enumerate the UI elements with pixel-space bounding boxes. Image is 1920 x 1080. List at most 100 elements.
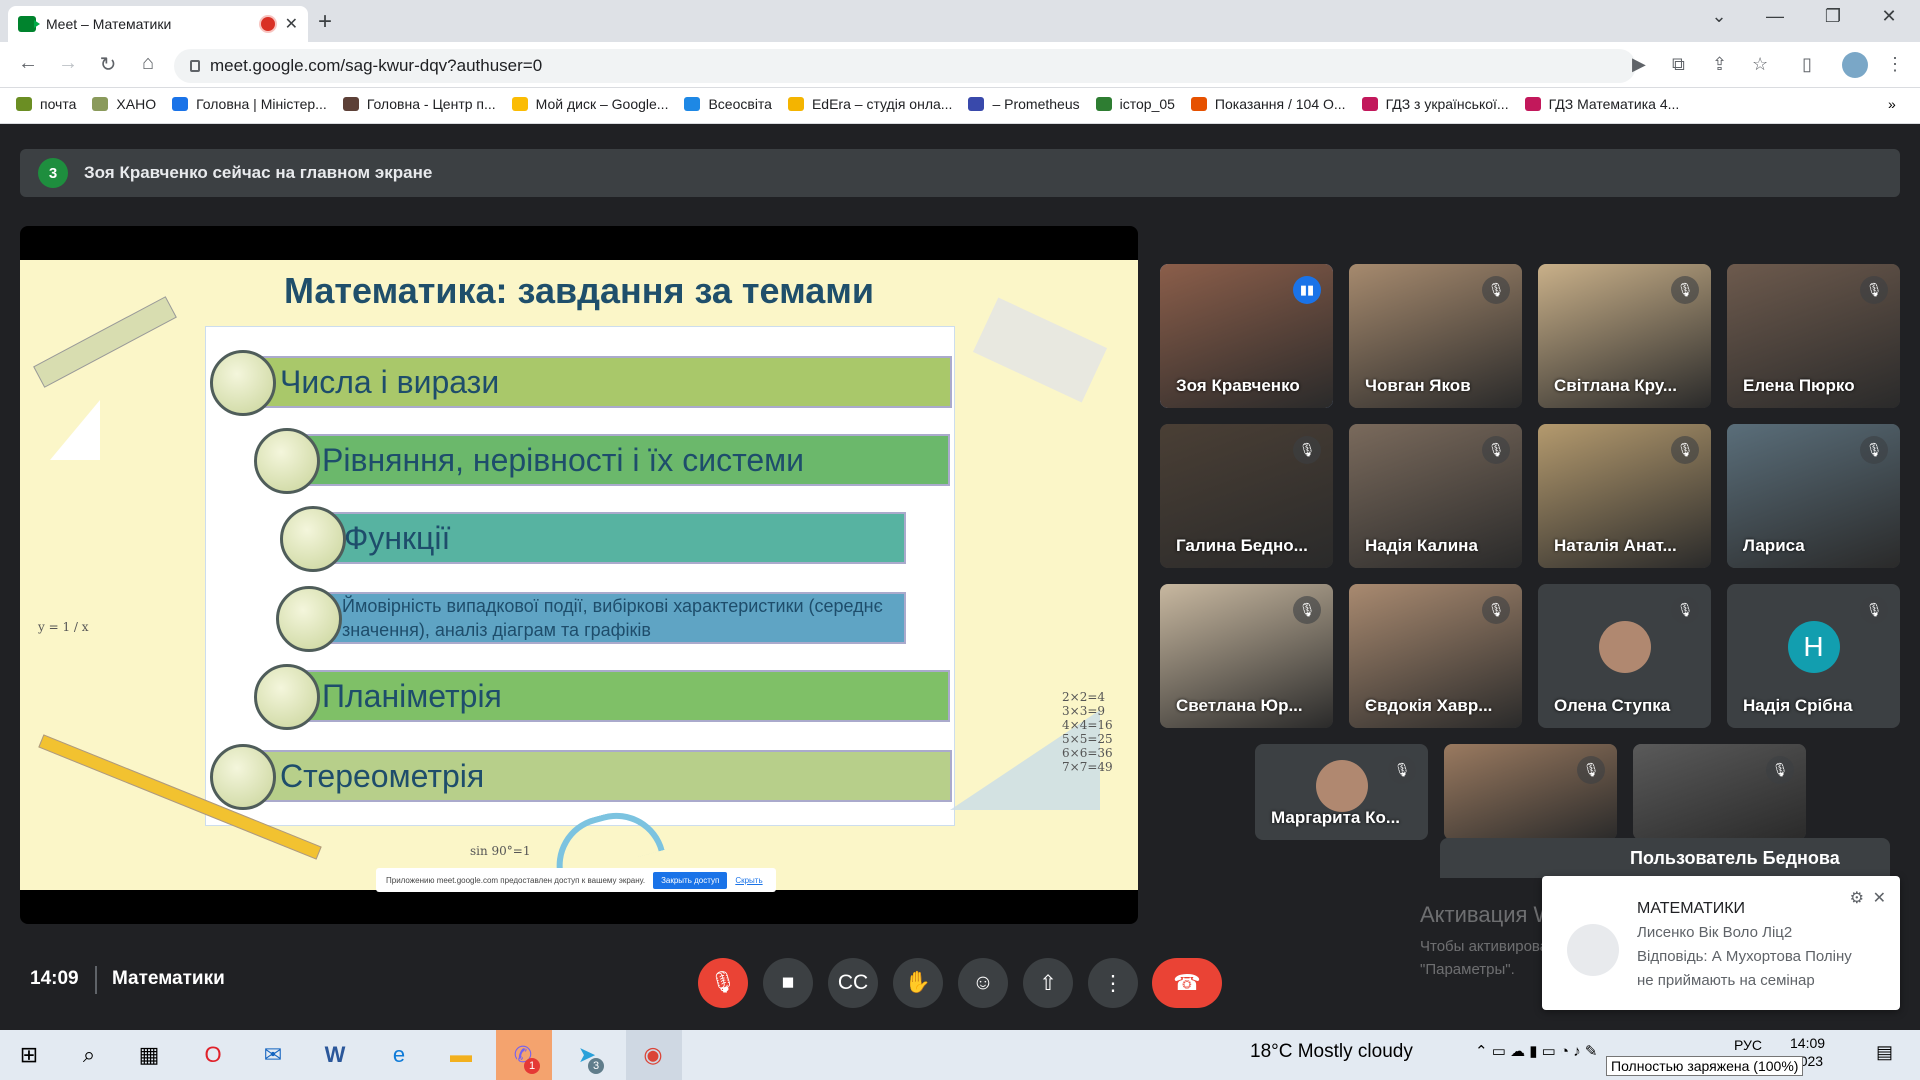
bookmark-label: EdEra – студія онла...: [811, 96, 953, 112]
bookmark-item[interactable]: Всеосвіта: [684, 96, 772, 112]
weather-widget[interactable]: 18°C Mostly cloudy: [1250, 1041, 1413, 1063]
chrome-icon[interactable]: ◉: [638, 1040, 668, 1070]
participant-tile[interactable]: 🎙 Надія Калина: [1349, 424, 1522, 568]
bookmark-favicon-icon: [1095, 97, 1112, 111]
camera-in-use-icon[interactable]: ▶: [1632, 54, 1646, 75]
tab-meet[interactable]: Meet – Математики ✕: [8, 6, 308, 42]
minimize-button[interactable]: —: [1752, 6, 1798, 27]
opera-icon[interactable]: O: [198, 1040, 228, 1070]
bookmark-item[interactable]: ГДЗ Математика 4...: [1524, 96, 1679, 112]
bookmark-label: Всеосвіта: [708, 96, 772, 112]
side-panel-icon[interactable]: ▯: [1802, 54, 1812, 75]
participant-name: Галина Бедно...: [1176, 536, 1308, 555]
home-button[interactable]: ⌂: [134, 52, 162, 75]
bookmark-item[interactable]: Мой диск – Google...: [511, 96, 668, 112]
battery-tooltip: Полностью заряжена (100%): [1606, 1056, 1804, 1076]
bookmark-favicon-icon: [968, 97, 985, 111]
slide: Математика: завдання за темами y = 1 / x…: [20, 260, 1138, 890]
camera-button[interactable]: ■: [763, 958, 813, 1008]
participant-tile[interactable]: 🎙 Галина Бедно...: [1160, 424, 1333, 568]
more-bookmarks-icon[interactable]: »: [1888, 96, 1896, 112]
mic-off-icon: 🎙: [1860, 436, 1888, 464]
forward-button[interactable]: →: [54, 52, 82, 75]
close-window-button[interactable]: ✕: [1866, 6, 1912, 27]
task-view-icon[interactable]: ▦: [134, 1040, 164, 1070]
new-tab-button[interactable]: +: [318, 8, 332, 36]
emoji-button[interactable]: ☺: [958, 958, 1008, 1008]
participant-tile[interactable]: 🎙 Маргарита Ко...: [1255, 744, 1428, 840]
bookmark-favicon-icon: [342, 97, 359, 111]
open-in-new-icon[interactable]: ⧉: [1672, 54, 1685, 75]
bookmark-item[interactable]: істор_05: [1095, 96, 1175, 112]
participant-tile[interactable]: 🎙: [1633, 744, 1806, 840]
search-icon[interactable]: ⌕: [74, 1040, 104, 1070]
menu-icon[interactable]: ⋮: [1886, 54, 1904, 75]
participant-tile[interactable]: 🎙 Човган Яков: [1349, 264, 1522, 408]
topic-bar: Ймовірність випадкової події, вибіркові …: [318, 592, 906, 644]
bookmark-item[interactable]: ГДЗ з української...: [1361, 96, 1509, 112]
notifications-icon[interactable]: ▤: [1876, 1042, 1893, 1063]
bookmark-item[interactable]: почта: [16, 96, 76, 112]
bookmark-label: істор_05: [1119, 96, 1175, 112]
chat-notification[interactable]: МАТЕМАТИКИ Лисенко Вік Воло Ліц2 Відпові…: [1542, 876, 1900, 1010]
participant-avatar: Н: [1787, 621, 1840, 674]
edge-icon[interactable]: e: [384, 1040, 414, 1070]
close-tab-icon[interactable]: ✕: [285, 14, 298, 34]
participant-tile[interactable]: 🎙 Світлана Кру...: [1538, 264, 1711, 408]
participant-name: Лариса: [1743, 536, 1805, 555]
bookmark-item[interactable]: Головна | Міністер...: [172, 96, 327, 112]
participant-tile[interactable]: 🎙 Олена Ступка: [1538, 584, 1711, 728]
mail-icon[interactable]: ✉: [258, 1040, 288, 1070]
participant-tile[interactable]: ▮▮ Зоя Кравченко: [1160, 264, 1333, 408]
bookmark-item[interactable]: Показання / 104 О...: [1190, 96, 1346, 112]
file-explorer-icon[interactable]: ▬: [446, 1040, 476, 1070]
present-button[interactable]: ⇧: [1023, 958, 1073, 1008]
bookmark-item[interactable]: EdEra – студія онла...: [787, 96, 953, 112]
raise-hand-button[interactable]: ✋: [893, 958, 943, 1008]
mic-off-icon: 🎙: [1388, 756, 1416, 784]
topic-circle-icon: [210, 744, 276, 810]
address-bar[interactable]: meet.google.com/sag-kwur-dqv?authuser=0: [174, 49, 1636, 83]
bookmark-item[interactable]: – Prometheus: [968, 96, 1080, 112]
participant-tile[interactable]: 🎙 Елена Пюрко: [1727, 264, 1900, 408]
back-button[interactable]: ←: [14, 52, 42, 75]
extra-participant-tile[interactable]: Пользователь Беднова: [1440, 838, 1890, 878]
participant-tile[interactable]: Н 🎙 Надія Срібна: [1727, 584, 1900, 728]
banner-text: Зоя Кравченко сейчас на главном экране: [84, 163, 433, 182]
sine-formula-decoration: sin 90°=1: [470, 844, 531, 858]
stop-sharing-button[interactable]: Закрыть доступ: [653, 871, 728, 889]
word-icon[interactable]: W: [320, 1040, 350, 1070]
system-tray-icons[interactable]: ⌃ ▭ ☁ ▮ ▭ ◔ ♪ ✎: [1475, 1042, 1597, 1060]
participant-tile[interactable]: 🎙 Лариса: [1727, 424, 1900, 568]
more-options-button[interactable]: ⋮: [1088, 958, 1138, 1008]
bookmark-label: Показання / 104 О...: [1214, 96, 1346, 112]
hide-notice-link[interactable]: Скрыть: [735, 876, 762, 885]
participant-tile[interactable]: 🎙: [1444, 744, 1617, 840]
triangle-decoration: [50, 400, 100, 460]
bookmark-item[interactable]: Головна - Центр п...: [342, 96, 496, 112]
microphone-off-button[interactable]: 🎙: [698, 958, 748, 1008]
participant-name: Надія Калина: [1365, 536, 1478, 555]
participant-tile[interactable]: 🎙 Светлана Юр...: [1160, 584, 1333, 728]
leave-call-button[interactable]: ☎: [1152, 958, 1222, 1008]
multiplication-decoration: 2×2=4 3×3=9 4×4=16 5×5=25 6×6=36 7×7=49: [1062, 690, 1113, 774]
settings-gear-icon[interactable]: ⚙: [1850, 888, 1864, 908]
participant-name: Човган Яков: [1365, 376, 1471, 395]
profile-avatar[interactable]: [1842, 52, 1868, 78]
mic-off-icon: 🎙: [1482, 276, 1510, 304]
windows-start-icon[interactable]: ⊞: [14, 1040, 44, 1070]
topic-circle-icon: [254, 664, 320, 730]
tab-search-icon[interactable]: ⌄: [1696, 6, 1742, 27]
share-icon[interactable]: ⇪: [1712, 54, 1727, 75]
participant-tile[interactable]: 🎙 Наталія Анат...: [1538, 424, 1711, 568]
participant-name: Елена Пюрко: [1743, 376, 1855, 395]
language-indicator[interactable]: РУС: [1734, 1037, 1762, 1053]
reload-button[interactable]: ↻: [94, 52, 122, 77]
close-notification-icon[interactable]: ✕: [1873, 888, 1886, 908]
bookmark-star-icon[interactable]: ☆: [1752, 54, 1768, 75]
captions-button[interactable]: CC: [828, 958, 878, 1008]
url-text: meet.google.com/sag-kwur-dqv?authuser=0: [210, 56, 543, 75]
bookmark-item[interactable]: ХАНО: [92, 96, 156, 112]
maximize-button[interactable]: ❐: [1810, 6, 1856, 27]
participant-tile[interactable]: 🎙 Євдокія Хавр...: [1349, 584, 1522, 728]
